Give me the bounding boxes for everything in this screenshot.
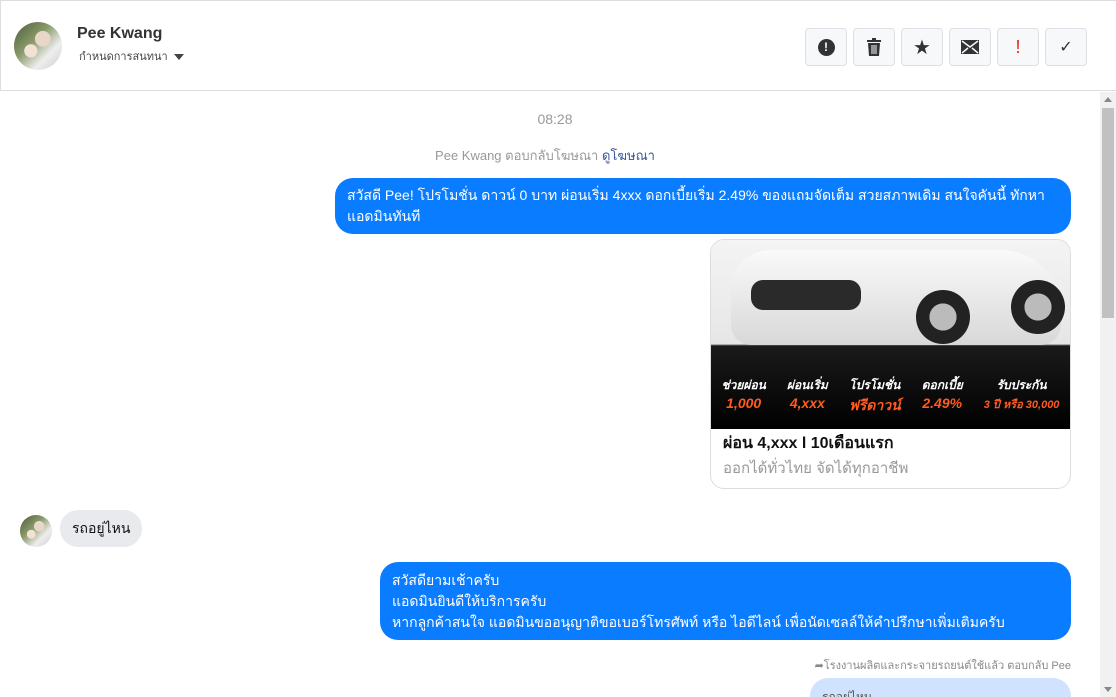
- mark-unread-button[interactable]: [949, 28, 991, 66]
- promo-value: ฟรีดาวน์: [848, 397, 901, 413]
- promo-strip: ช่วยผ่อน 1,000 ผ่อนเริ่ม 4,xxx โปรโมชั่นฟร…: [711, 376, 1070, 417]
- promo-label: รับประกัน: [996, 378, 1047, 392]
- mark-done-button[interactable]: ✓: [1045, 28, 1087, 66]
- check-icon: ✓: [1059, 39, 1073, 56]
- promo-label: ผ่อนเริ่ม: [786, 378, 828, 392]
- sender-avatar: [20, 515, 52, 547]
- star-icon: ★: [913, 36, 931, 59]
- conversation-header: Pee Kwang กำหนดการสนทนา ! ★ ! ✓: [0, 0, 1116, 91]
- star-button[interactable]: ★: [901, 28, 943, 66]
- outgoing-message: สวัสดียามเช้าครับ แอดมินยินดีให้บริการคร…: [380, 562, 1071, 640]
- scroll-up-icon[interactable]: [1104, 97, 1112, 102]
- avatar[interactable]: [14, 22, 62, 70]
- message-line: สวัสดียามเช้าครับ: [392, 572, 500, 588]
- contact-name[interactable]: Pee Kwang: [77, 25, 162, 43]
- promo-label: โปรโมชั่น: [849, 378, 901, 392]
- scrollbar[interactable]: [1100, 92, 1116, 697]
- scroll-thumb[interactable]: [1102, 108, 1114, 318]
- promo-value: 3 ปี หรือ 30,000: [983, 399, 1060, 411]
- outgoing-message: สวัสดี Pee! โปรโมชั่น ดาวน์ 0 บาท ผ่อนเร…: [335, 178, 1071, 234]
- delete-button[interactable]: [853, 28, 895, 66]
- promo-value: 2.49%: [922, 395, 963, 411]
- scroll-down-icon[interactable]: [1104, 687, 1112, 692]
- exclamation-icon: !: [1015, 36, 1021, 57]
- ad-title: ผ่อน 4,xxx l 10เดือนแรก: [723, 435, 894, 452]
- ad-card[interactable]: ช่วยผ่อน 1,000 ผ่อนเริ่ม 4,xxx โปรโมชั่นฟร…: [710, 239, 1071, 489]
- important-button[interactable]: !: [997, 28, 1039, 66]
- reply-arrow-icon: ➦: [814, 660, 824, 672]
- trash-icon: [867, 38, 881, 56]
- caret-down-icon: [173, 54, 184, 61]
- report-button[interactable]: !: [805, 28, 847, 66]
- promo-value: 1,000: [726, 395, 762, 411]
- promo-label: ดอกเบี้ย: [921, 378, 963, 392]
- reply-note: ➦โรงงานผลิตและกระจายรถยนต์ใช้แล้ว ตอบกลั…: [815, 656, 1071, 674]
- ad-reply-text: Pee Kwang ตอบกลับโฆษณา: [435, 148, 599, 163]
- promo-value: 4,xxx: [789, 395, 825, 411]
- message-thread: 08:28 Pee Kwang ตอบกลับโฆษณา ดูโฆษณา สวั…: [0, 92, 1100, 697]
- envelope-icon: [961, 40, 979, 54]
- promo-label: ช่วยผ่อน: [721, 378, 766, 392]
- incoming-message: รถอยู่ไหน: [60, 510, 143, 547]
- quoted-message: รถอยู่ไหน: [810, 678, 1071, 697]
- message-line: แอดมินยินดีให้บริการครับ: [392, 593, 547, 609]
- reply-note-text: โรงงานผลิตและกระจายรถยนต์ใช้แล้ว ตอบกลับ…: [823, 660, 1071, 672]
- ad-description: ออกได้ทั่วไทย จัดได้ทุกอาชีพ: [723, 460, 909, 477]
- message-line: หากลูกค้าสนใจ แอดมินขออนุญาติขอเบอร์โทรศ…: [392, 614, 1005, 630]
- view-ad-link[interactable]: ดูโฆษณา: [602, 148, 655, 163]
- conversation-settings-dropdown[interactable]: กำหนดการสนทนา: [79, 47, 184, 65]
- exclamation-circle-icon: !: [817, 38, 835, 56]
- ad-reply-notice: Pee Kwang ตอบกลับโฆษณา ดูโฆษณา: [0, 145, 1090, 166]
- timestamp: 08:28: [537, 111, 573, 127]
- car-image: ช่วยผ่อน 1,000 ผ่อนเริ่ม 4,xxx โปรโมชั่นฟร…: [711, 240, 1070, 429]
- settings-label: กำหนดการสนทนา: [79, 51, 168, 63]
